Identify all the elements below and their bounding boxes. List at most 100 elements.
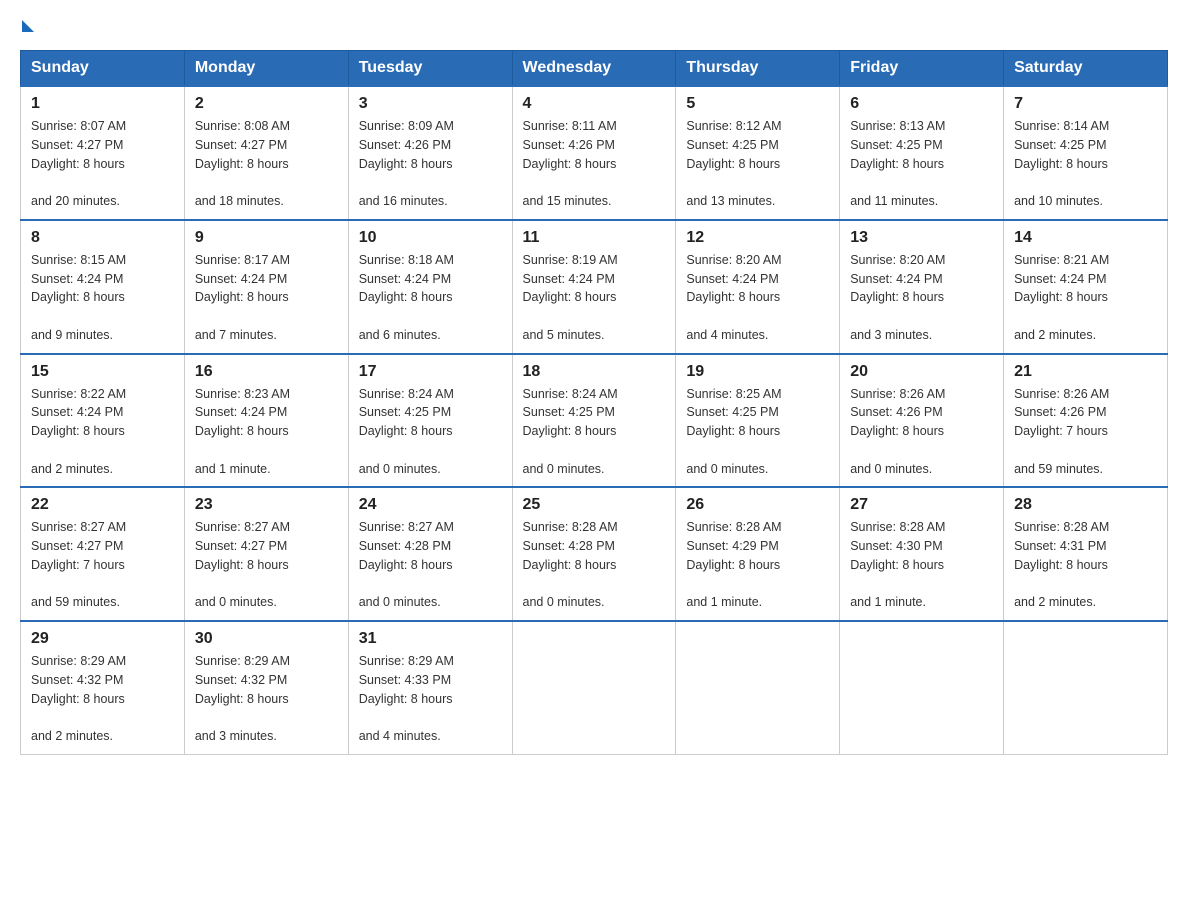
day-info: Sunrise: 8:29 AMSunset: 4:33 PMDaylight:…: [359, 654, 454, 743]
column-header-thursday: Thursday: [676, 51, 840, 87]
calendar-cell: 8 Sunrise: 8:15 AMSunset: 4:24 PMDayligh…: [21, 220, 185, 354]
day-number: 28: [1014, 496, 1157, 514]
column-header-wednesday: Wednesday: [512, 51, 676, 87]
calendar-header-row: SundayMondayTuesdayWednesdayThursdayFrid…: [21, 51, 1168, 87]
calendar-cell: 21 Sunrise: 8:26 AMSunset: 4:26 PMDaylig…: [1004, 354, 1168, 488]
day-info: Sunrise: 8:28 AMSunset: 4:31 PMDaylight:…: [1014, 520, 1109, 609]
calendar-cell: 26 Sunrise: 8:28 AMSunset: 4:29 PMDaylig…: [676, 487, 840, 621]
calendar-cell: 11 Sunrise: 8:19 AMSunset: 4:24 PMDaylig…: [512, 220, 676, 354]
column-header-friday: Friday: [840, 51, 1004, 87]
calendar-cell: 18 Sunrise: 8:24 AMSunset: 4:25 PMDaylig…: [512, 354, 676, 488]
day-number: 22: [31, 496, 174, 514]
calendar-cell: 17 Sunrise: 8:24 AMSunset: 4:25 PMDaylig…: [348, 354, 512, 488]
day-number: 9: [195, 229, 338, 247]
calendar-cell: 27 Sunrise: 8:28 AMSunset: 4:30 PMDaylig…: [840, 487, 1004, 621]
day-number: 29: [31, 630, 174, 648]
day-number: 17: [359, 363, 502, 381]
day-info: Sunrise: 8:28 AMSunset: 4:29 PMDaylight:…: [686, 520, 781, 609]
day-info: Sunrise: 8:28 AMSunset: 4:28 PMDaylight:…: [523, 520, 618, 609]
calendar-cell: 7 Sunrise: 8:14 AMSunset: 4:25 PMDayligh…: [1004, 86, 1168, 220]
calendar-cell: 5 Sunrise: 8:12 AMSunset: 4:25 PMDayligh…: [676, 86, 840, 220]
day-number: 15: [31, 363, 174, 381]
calendar-cell: [512, 621, 676, 754]
calendar-cell: 4 Sunrise: 8:11 AMSunset: 4:26 PMDayligh…: [512, 86, 676, 220]
day-number: 24: [359, 496, 502, 514]
day-number: 8: [31, 229, 174, 247]
logo-wordmark: [20, 20, 34, 36]
day-number: 3: [359, 95, 502, 113]
calendar-cell: 12 Sunrise: 8:20 AMSunset: 4:24 PMDaylig…: [676, 220, 840, 354]
calendar-cell: 9 Sunrise: 8:17 AMSunset: 4:24 PMDayligh…: [184, 220, 348, 354]
day-info: Sunrise: 8:15 AMSunset: 4:24 PMDaylight:…: [31, 253, 126, 342]
column-header-saturday: Saturday: [1004, 51, 1168, 87]
calendar-cell: 31 Sunrise: 8:29 AMSunset: 4:33 PMDaylig…: [348, 621, 512, 754]
day-info: Sunrise: 8:29 AMSunset: 4:32 PMDaylight:…: [195, 654, 290, 743]
calendar-cell: 30 Sunrise: 8:29 AMSunset: 4:32 PMDaylig…: [184, 621, 348, 754]
day-info: Sunrise: 8:20 AMSunset: 4:24 PMDaylight:…: [686, 253, 781, 342]
day-info: Sunrise: 8:07 AMSunset: 4:27 PMDaylight:…: [31, 119, 126, 208]
calendar-cell: 14 Sunrise: 8:21 AMSunset: 4:24 PMDaylig…: [1004, 220, 1168, 354]
page-header: [20, 20, 1168, 32]
day-info: Sunrise: 8:08 AMSunset: 4:27 PMDaylight:…: [195, 119, 290, 208]
day-number: 20: [850, 363, 993, 381]
day-number: 18: [523, 363, 666, 381]
calendar-cell: [1004, 621, 1168, 754]
calendar-week-row: 22 Sunrise: 8:27 AMSunset: 4:27 PMDaylig…: [21, 487, 1168, 621]
column-header-tuesday: Tuesday: [348, 51, 512, 87]
day-info: Sunrise: 8:17 AMSunset: 4:24 PMDaylight:…: [195, 253, 290, 342]
day-info: Sunrise: 8:20 AMSunset: 4:24 PMDaylight:…: [850, 253, 945, 342]
calendar-week-row: 8 Sunrise: 8:15 AMSunset: 4:24 PMDayligh…: [21, 220, 1168, 354]
calendar-cell: 1 Sunrise: 8:07 AMSunset: 4:27 PMDayligh…: [21, 86, 185, 220]
calendar-cell: 24 Sunrise: 8:27 AMSunset: 4:28 PMDaylig…: [348, 487, 512, 621]
day-number: 13: [850, 229, 993, 247]
day-info: Sunrise: 8:27 AMSunset: 4:28 PMDaylight:…: [359, 520, 454, 609]
day-number: 19: [686, 363, 829, 381]
day-info: Sunrise: 8:09 AMSunset: 4:26 PMDaylight:…: [359, 119, 454, 208]
day-number: 16: [195, 363, 338, 381]
day-number: 25: [523, 496, 666, 514]
calendar-cell: 2 Sunrise: 8:08 AMSunset: 4:27 PMDayligh…: [184, 86, 348, 220]
calendar-cell: 16 Sunrise: 8:23 AMSunset: 4:24 PMDaylig…: [184, 354, 348, 488]
day-number: 2: [195, 95, 338, 113]
logo: [20, 20, 34, 32]
day-number: 14: [1014, 229, 1157, 247]
day-info: Sunrise: 8:24 AMSunset: 4:25 PMDaylight:…: [359, 387, 454, 476]
day-info: Sunrise: 8:26 AMSunset: 4:26 PMDaylight:…: [850, 387, 945, 476]
calendar-cell: 29 Sunrise: 8:29 AMSunset: 4:32 PMDaylig…: [21, 621, 185, 754]
day-number: 31: [359, 630, 502, 648]
day-number: 26: [686, 496, 829, 514]
day-info: Sunrise: 8:27 AMSunset: 4:27 PMDaylight:…: [31, 520, 126, 609]
day-info: Sunrise: 8:21 AMSunset: 4:24 PMDaylight:…: [1014, 253, 1109, 342]
day-number: 6: [850, 95, 993, 113]
calendar-cell: [676, 621, 840, 754]
calendar-cell: 3 Sunrise: 8:09 AMSunset: 4:26 PMDayligh…: [348, 86, 512, 220]
calendar-cell: 28 Sunrise: 8:28 AMSunset: 4:31 PMDaylig…: [1004, 487, 1168, 621]
calendar-cell: 23 Sunrise: 8:27 AMSunset: 4:27 PMDaylig…: [184, 487, 348, 621]
day-info: Sunrise: 8:22 AMSunset: 4:24 PMDaylight:…: [31, 387, 126, 476]
column-header-monday: Monday: [184, 51, 348, 87]
calendar-table: SundayMondayTuesdayWednesdayThursdayFrid…: [20, 50, 1168, 755]
calendar-cell: 19 Sunrise: 8:25 AMSunset: 4:25 PMDaylig…: [676, 354, 840, 488]
day-number: 10: [359, 229, 502, 247]
day-info: Sunrise: 8:23 AMSunset: 4:24 PMDaylight:…: [195, 387, 290, 476]
calendar-cell: [840, 621, 1004, 754]
calendar-cell: 22 Sunrise: 8:27 AMSunset: 4:27 PMDaylig…: [21, 487, 185, 621]
day-info: Sunrise: 8:27 AMSunset: 4:27 PMDaylight:…: [195, 520, 290, 609]
calendar-cell: 15 Sunrise: 8:22 AMSunset: 4:24 PMDaylig…: [21, 354, 185, 488]
calendar-cell: 20 Sunrise: 8:26 AMSunset: 4:26 PMDaylig…: [840, 354, 1004, 488]
day-info: Sunrise: 8:12 AMSunset: 4:25 PMDaylight:…: [686, 119, 781, 208]
day-info: Sunrise: 8:19 AMSunset: 4:24 PMDaylight:…: [523, 253, 618, 342]
day-number: 27: [850, 496, 993, 514]
calendar-cell: 25 Sunrise: 8:28 AMSunset: 4:28 PMDaylig…: [512, 487, 676, 621]
day-info: Sunrise: 8:11 AMSunset: 4:26 PMDaylight:…: [523, 119, 617, 208]
logo-triangle-icon: [22, 20, 34, 32]
day-number: 30: [195, 630, 338, 648]
calendar-cell: 6 Sunrise: 8:13 AMSunset: 4:25 PMDayligh…: [840, 86, 1004, 220]
calendar-week-row: 15 Sunrise: 8:22 AMSunset: 4:24 PMDaylig…: [21, 354, 1168, 488]
column-header-sunday: Sunday: [21, 51, 185, 87]
day-info: Sunrise: 8:29 AMSunset: 4:32 PMDaylight:…: [31, 654, 126, 743]
calendar-week-row: 1 Sunrise: 8:07 AMSunset: 4:27 PMDayligh…: [21, 86, 1168, 220]
day-number: 11: [523, 229, 666, 247]
day-number: 12: [686, 229, 829, 247]
day-info: Sunrise: 8:13 AMSunset: 4:25 PMDaylight:…: [850, 119, 945, 208]
